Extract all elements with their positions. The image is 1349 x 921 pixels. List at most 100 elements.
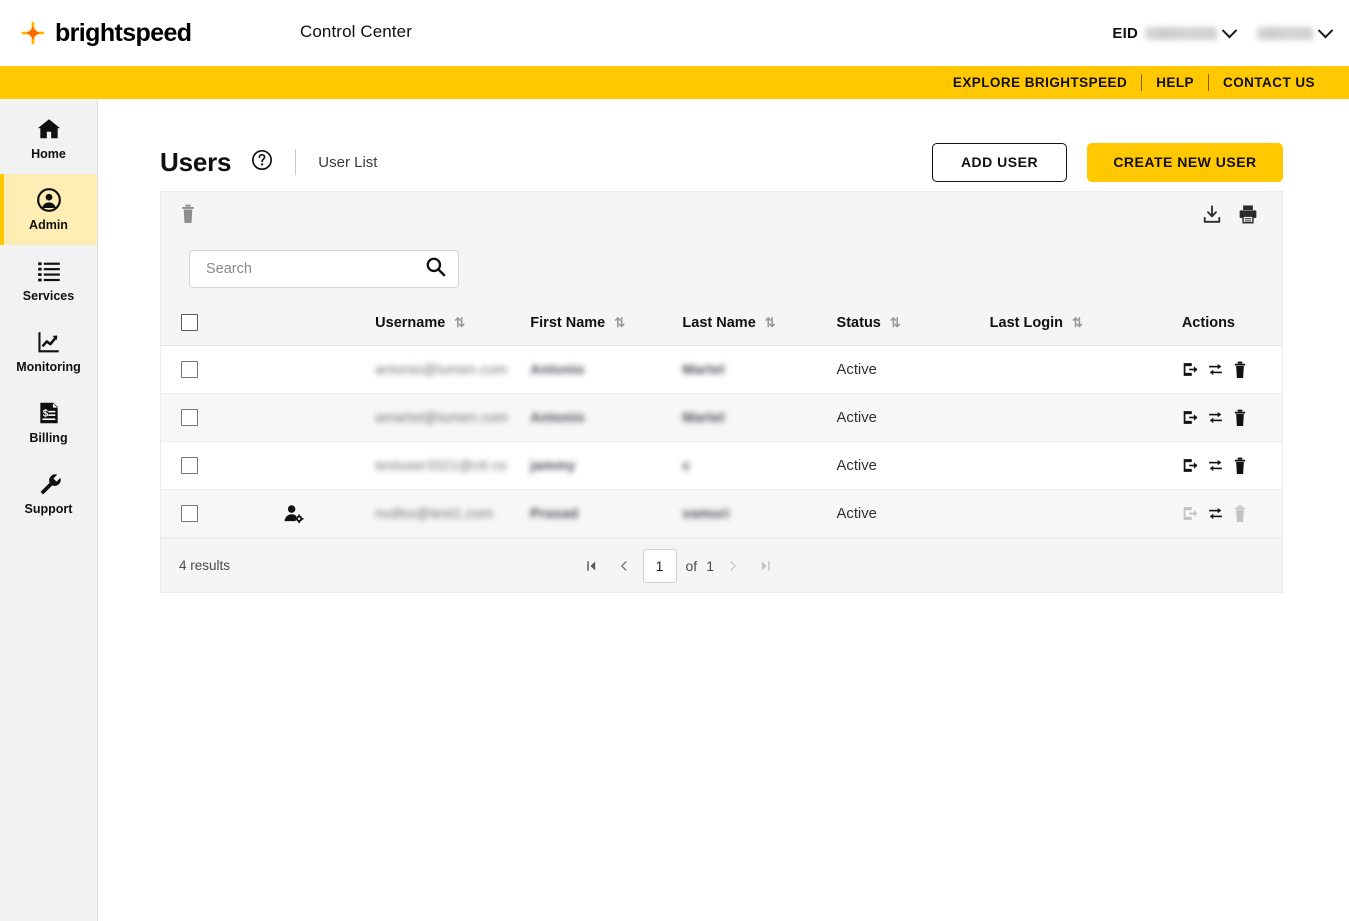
table-row[interactable]: nvdlss@test1.com Prasad vamuri Active: [161, 489, 1282, 538]
question-circle-icon[interactable]: [251, 149, 273, 176]
username-cell: amartel@lumen.com: [375, 393, 531, 442]
sidebar-item-services[interactable]: Services: [0, 245, 97, 316]
brand-logo[interactable]: brightspeed: [20, 20, 192, 46]
status-header[interactable]: Status ⇅: [836, 304, 990, 346]
last-login-header[interactable]: Last Login ⇅: [989, 304, 1182, 346]
status-value: Active: [836, 505, 877, 522]
page-number-input[interactable]: [642, 548, 677, 583]
row-checkbox[interactable]: [181, 505, 198, 522]
actions-cell: [1181, 345, 1282, 394]
sort-icon[interactable]: ⇅: [614, 316, 625, 329]
table-toolbar: [161, 192, 1282, 236]
search-icon[interactable]: [425, 256, 446, 282]
create-new-user-button[interactable]: CREATE NEW USER: [1087, 142, 1283, 182]
contact-us-link[interactable]: CONTACT US: [1209, 75, 1329, 90]
status-cell: Active: [836, 345, 990, 394]
users-table: Username ⇅ First Name ⇅ Last Name ⇅ Stat…: [161, 304, 1282, 538]
row-checkbox[interactable]: [181, 457, 198, 474]
search-input[interactable]: [204, 260, 425, 278]
help-link[interactable]: HELP: [1142, 75, 1208, 90]
app-title: Control Center: [300, 22, 412, 41]
last-name-cell: Martel: [682, 393, 837, 442]
column-label: First Name: [530, 314, 606, 331]
swap-arrows-icon[interactable]: [1207, 409, 1224, 426]
row-badge-cell: [223, 393, 376, 442]
table-row[interactable]: testuser3321@ctl.co jammy c Active: [161, 441, 1282, 490]
sidebar-nav: Home Admin Services Monitoring $ Billing…: [0, 99, 98, 921]
last-login-cell: [989, 393, 1182, 442]
row-checkbox[interactable]: [181, 409, 198, 426]
last-name-value: vamuri: [682, 505, 730, 521]
row-badge-cell: [223, 489, 376, 538]
column-label: Username: [375, 314, 446, 331]
trash-icon[interactable]: [1232, 457, 1248, 475]
actions-cell: [1181, 489, 1282, 538]
first-name-header[interactable]: First Name ⇅: [530, 304, 683, 346]
swap-arrows-icon[interactable]: [1207, 457, 1224, 474]
export-arrow-icon[interactable]: [1182, 361, 1199, 378]
account-name: ••••••: [1257, 26, 1313, 40]
table-row[interactable]: antonio@lumen.com Antonio Martel Active: [161, 345, 1282, 394]
trash-icon[interactable]: [1232, 361, 1248, 379]
row-checkbox[interactable]: [181, 361, 198, 378]
export-arrow-icon[interactable]: [1182, 409, 1199, 426]
last-login-cell: [989, 489, 1182, 538]
sidebar-item-support[interactable]: Support: [0, 458, 97, 529]
last-page-icon[interactable]: [752, 553, 778, 579]
account-menu[interactable]: ••••••: [1257, 22, 1334, 40]
sort-icon[interactable]: ⇅: [1072, 316, 1083, 329]
search-area: [161, 236, 1282, 304]
sort-icon[interactable]: ⇅: [454, 316, 465, 329]
last-name-cell: Martel: [682, 345, 837, 394]
divider: [1141, 74, 1143, 91]
last-login-cell: [989, 441, 1182, 490]
last-name-header[interactable]: Last Name ⇅: [682, 304, 837, 346]
utility-nav-bar: EXPLORE BRIGHTSPEED HELP CONTACT US: [0, 66, 1349, 99]
sidebar-item-home[interactable]: Home: [0, 103, 97, 174]
row-badge-cell: [223, 345, 376, 394]
table-head: Username ⇅ First Name ⇅ Last Name ⇅ Stat…: [161, 304, 1282, 346]
export-arrow-icon[interactable]: [1182, 457, 1199, 474]
trash-icon[interactable]: [179, 204, 197, 224]
column-label: Last Name: [682, 314, 756, 331]
first-page-icon[interactable]: [579, 553, 605, 579]
username-header[interactable]: Username ⇅: [375, 304, 531, 346]
download-icon[interactable]: [1202, 204, 1222, 224]
sort-icon[interactable]: ⇅: [765, 316, 776, 329]
first-name-value: Antonio: [530, 409, 585, 425]
chevron-down-icon: [1317, 22, 1334, 38]
sidebar-item-billing[interactable]: $ Billing: [0, 387, 97, 458]
sort-icon[interactable]: ⇅: [890, 316, 901, 329]
row-select-cell: [161, 345, 224, 394]
results-count: 4 results: [179, 558, 231, 573]
column-label: Last Login: [989, 314, 1063, 331]
sparkle-star-icon: [20, 20, 46, 46]
print-icon[interactable]: [1238, 204, 1258, 224]
of-label: of: [685, 557, 698, 574]
sidebar-item-admin[interactable]: Admin: [0, 174, 97, 245]
select-all-checkbox[interactable]: [181, 314, 198, 331]
next-page-icon[interactable]: [720, 553, 746, 579]
first-name-cell: Antonio: [530, 345, 683, 394]
trash-icon: [1232, 505, 1248, 523]
explore-brightspeed-link[interactable]: EXPLORE BRIGHTSPEED: [939, 75, 1141, 90]
last-login-cell: [989, 345, 1182, 394]
column-label: Actions: [1181, 314, 1235, 331]
sidebar-item-label: Services: [22, 289, 75, 303]
status-cell: Active: [836, 489, 990, 538]
swap-arrows-icon[interactable]: [1207, 361, 1224, 378]
prev-page-icon[interactable]: [611, 553, 637, 579]
search-box[interactable]: [189, 250, 459, 288]
row-select-cell: [161, 489, 224, 538]
user-gear-icon: [223, 503, 375, 525]
trash-icon[interactable]: [1232, 409, 1248, 427]
badge-header: [223, 304, 376, 346]
username-value: amartel@lumen.com: [375, 409, 508, 425]
add-user-button[interactable]: ADD USER: [932, 142, 1067, 182]
username-cell: nvdlss@test1.com: [375, 489, 531, 538]
table-row[interactable]: amartel@lumen.com Antonio Martel Active: [161, 393, 1282, 442]
eid-selector[interactable]: EID ••••••••: [1112, 22, 1238, 42]
swap-arrows-icon[interactable]: [1207, 505, 1224, 522]
status-cell: Active: [836, 441, 990, 490]
sidebar-item-monitoring[interactable]: Monitoring: [0, 316, 97, 387]
